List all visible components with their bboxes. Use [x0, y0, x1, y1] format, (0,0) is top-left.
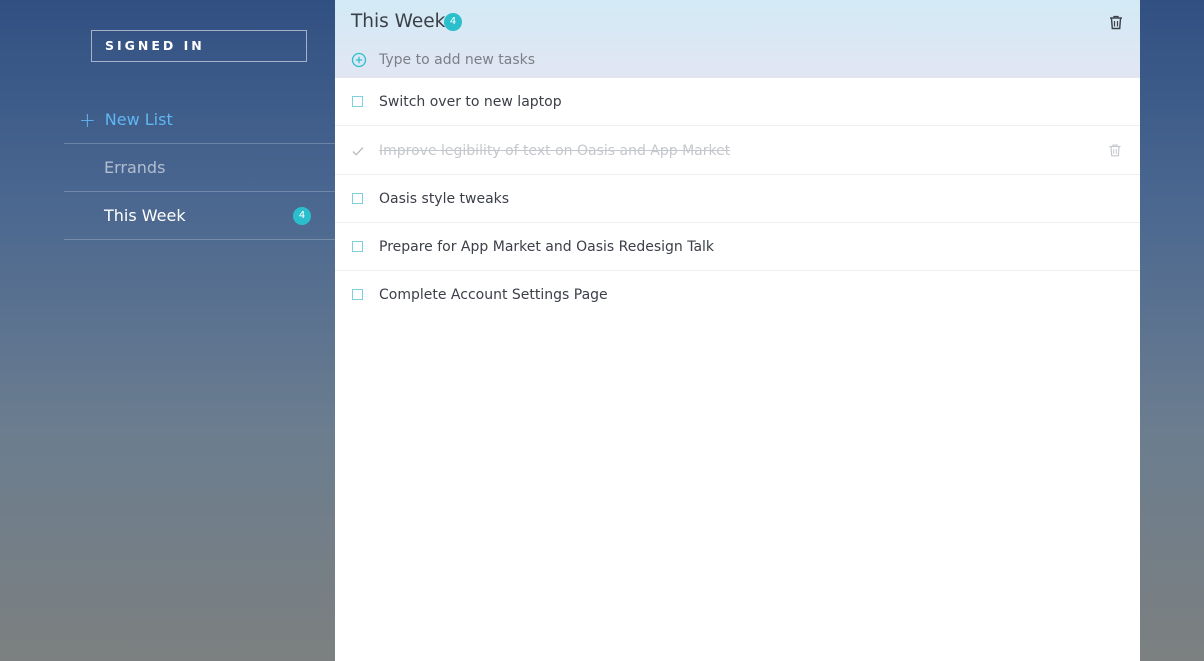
new-list-label: New List	[104, 109, 173, 129]
task-text[interactable]: Oasis style tweaks	[379, 191, 509, 207]
sidebar-item-this-week[interactable]: This Week 4	[64, 192, 335, 240]
signed-in-button[interactable]: SIGNED IN	[91, 30, 307, 62]
trash-icon[interactable]	[1108, 14, 1124, 30]
task-checkbox[interactable]	[352, 241, 363, 252]
sidebar: SIGNED IN + New List Errands This Week 4	[0, 0, 335, 661]
task-text[interactable]: Improve legibility of text on Oasis and …	[379, 143, 730, 159]
checkmark-icon[interactable]	[351, 144, 365, 158]
task-row: Switch over to new laptop	[335, 78, 1140, 126]
add-task-row	[351, 52, 759, 68]
task-checkbox[interactable]	[352, 289, 363, 300]
plus-icon: +	[79, 107, 96, 132]
sidebar-item-label: Errands	[104, 158, 166, 177]
count-badge: 4	[444, 13, 462, 31]
task-row: Complete Account Settings Page	[335, 271, 1140, 319]
page-title: This Week	[351, 11, 446, 32]
add-circle-icon[interactable]	[351, 52, 367, 68]
task-panel: This Week 4 Switch over to new laptop Im…	[335, 0, 1140, 661]
task-text[interactable]: Prepare for App Market and Oasis Redesig…	[379, 239, 714, 255]
add-task-input[interactable]	[379, 52, 759, 68]
sidebar-item-label: This Week	[104, 206, 186, 225]
task-checkbox[interactable]	[352, 96, 363, 107]
task-row: Prepare for App Market and Oasis Redesig…	[335, 223, 1140, 271]
trash-icon[interactable]	[1108, 143, 1122, 157]
task-checkbox[interactable]	[352, 193, 363, 204]
task-text[interactable]: Complete Account Settings Page	[379, 287, 608, 303]
task-text[interactable]: Switch over to new laptop	[379, 94, 562, 110]
count-badge: 4	[293, 207, 311, 225]
sidebar-item-errands[interactable]: Errands	[64, 144, 335, 192]
task-row: Oasis style tweaks	[335, 175, 1140, 223]
new-list-button[interactable]: + New List	[64, 96, 335, 144]
task-row: Improve legibility of text on Oasis and …	[335, 127, 1140, 175]
panel-header: This Week 4	[335, 0, 1140, 78]
